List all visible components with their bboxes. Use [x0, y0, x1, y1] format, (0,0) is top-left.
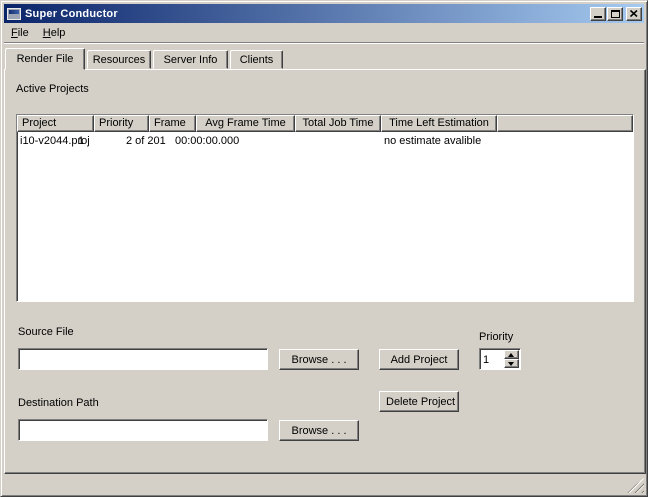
source-browse-button[interactable]: Browse . . .: [279, 349, 359, 370]
window-title: Super Conductor: [25, 8, 590, 20]
tab-bar: Render File Resources Server Info Client…: [5, 48, 283, 69]
table-header-row: Project Priority Frame Avg Frame Time To…: [17, 115, 633, 132]
tab-render-file[interactable]: Render File: [5, 48, 85, 70]
source-file-label: Source File: [18, 326, 74, 338]
menu-bar: File Help: [4, 23, 644, 42]
cell-avg-frame-time: 00:00:00.000: [175, 135, 239, 147]
app-window: Super Conductor File Help Render File Re…: [0, 0, 648, 497]
column-header-total-job-time[interactable]: Total Job Time: [295, 115, 381, 132]
menu-help[interactable]: Help: [36, 25, 73, 41]
column-header-priority[interactable]: Priority: [94, 115, 149, 132]
maximize-button[interactable]: [607, 7, 623, 21]
priority-label: Priority: [479, 331, 513, 343]
column-header-avg-frame-time[interactable]: Avg Frame Time: [196, 115, 295, 132]
close-icon: [630, 10, 638, 17]
add-project-button[interactable]: Add Project: [379, 349, 459, 370]
cell-frame: 2 of 201: [126, 135, 166, 147]
cell-priority: 1: [78, 135, 84, 147]
tab-clients[interactable]: Clients: [230, 50, 283, 69]
minimize-button[interactable]: [590, 7, 606, 21]
priority-up-button[interactable]: [504, 350, 519, 359]
source-file-input[interactable]: [18, 348, 268, 370]
priority-spinner[interactable]: [479, 348, 521, 370]
priority-down-button[interactable]: [504, 359, 519, 368]
application-window-icon: [7, 8, 21, 20]
close-button[interactable]: [626, 7, 642, 21]
destination-path-input[interactable]: [18, 419, 268, 441]
title-bar: Super Conductor: [4, 4, 644, 23]
resize-grip-icon[interactable]: [625, 478, 644, 493]
active-projects-table[interactable]: Project Priority Frame Avg Frame Time To…: [16, 114, 634, 302]
menu-file[interactable]: File: [4, 25, 36, 41]
destination-path-label: Destination Path: [18, 397, 99, 409]
tab-resources[interactable]: Resources: [87, 50, 151, 69]
tab-server-info[interactable]: Server Info: [153, 50, 228, 69]
column-header-time-left-estimation[interactable]: Time Left Estimation: [381, 115, 497, 132]
priority-value-input[interactable]: [482, 350, 504, 368]
column-header-filler: [497, 115, 633, 132]
render-file-panel: Active Projects Project Priority Frame A…: [4, 69, 646, 474]
delete-project-button[interactable]: Delete Project: [379, 391, 459, 412]
down-arrow-icon: [508, 362, 514, 366]
table-row[interactable]: i10-v2044.proj 1 2 of 201 00:00:00.000 n…: [17, 132, 633, 148]
cell-time-left-estimation: no estimate avalible: [384, 135, 481, 147]
active-projects-label: Active Projects: [16, 83, 89, 95]
up-arrow-icon: [508, 353, 514, 357]
maximize-icon: [611, 10, 620, 18]
column-header-project[interactable]: Project: [17, 115, 94, 132]
column-header-frame[interactable]: Frame: [149, 115, 196, 132]
menu-separator: [4, 42, 644, 44]
minimize-icon: [594, 16, 602, 18]
destination-browse-button[interactable]: Browse . . .: [279, 420, 359, 441]
